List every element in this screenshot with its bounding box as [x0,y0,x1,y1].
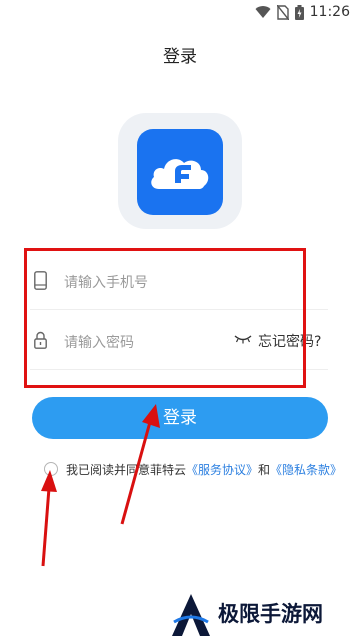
agreement-text: 我已阅读并同意菲特云《服务协议》和《隐私条款》 [66,461,342,478]
battery-charging-icon [294,4,304,20]
login-button[interactable]: 登录 [32,397,328,439]
app-logo [137,129,223,215]
service-agreement-link[interactable]: 《服务协议》 [186,463,258,477]
status-time: 11:26 [309,4,350,20]
page-title: 登录 [163,47,197,67]
watermark-logo-icon [172,594,210,636]
arrow-to-radio-icon [41,470,57,567]
app-logo-frame [118,113,242,229]
status-icons: 11:26 [255,4,350,20]
privacy-policy-link[interactable]: 《隐私条款》 [270,463,342,477]
watermark: 极限手游网 [170,592,360,638]
agreement-row: 我已阅读并同意菲特云《服务协议》和《隐私条款》 [44,460,344,480]
agreement-prefix: 我已阅读并同意菲特云 [66,463,187,477]
wifi-icon [255,6,271,19]
status-bar: 11:26 [0,0,360,26]
agreement-and: 和 [258,463,271,477]
watermark-text: 极限手游网 [218,601,323,626]
cloud-f-logo-icon [151,159,209,189]
annotation-highlight-box [24,248,306,388]
no-sim-icon [276,4,289,20]
agreement-radio[interactable] [44,462,58,476]
